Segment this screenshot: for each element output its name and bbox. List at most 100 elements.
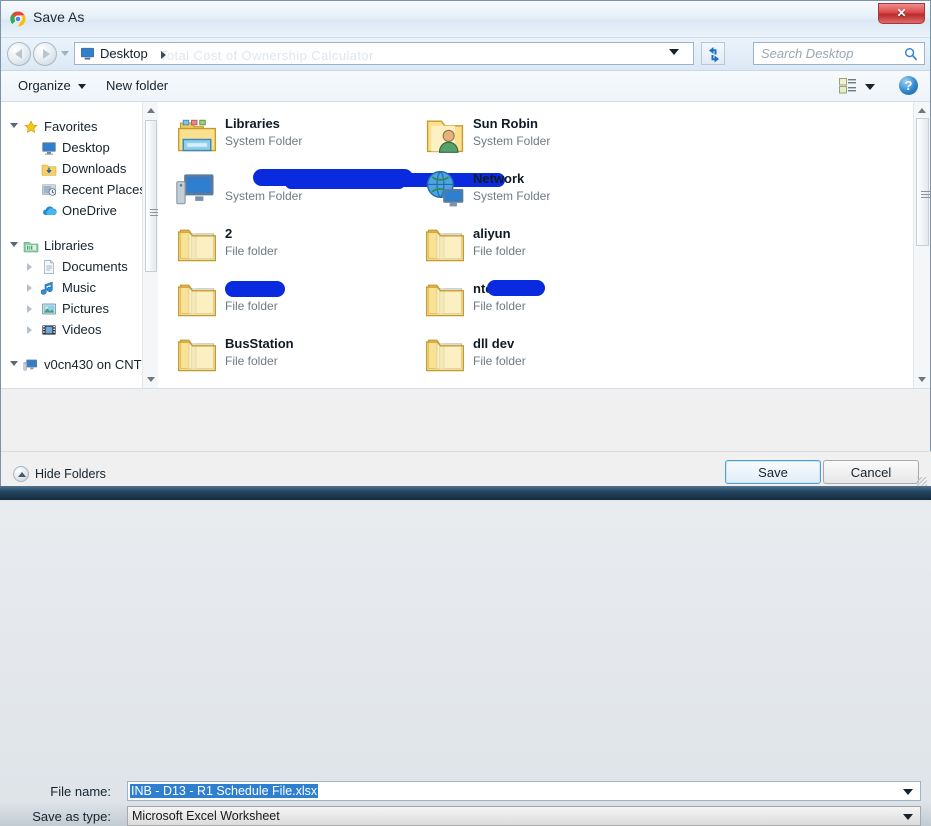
background-watermark-text: Total Cost of Ownership Calculator <box>160 48 374 63</box>
folder-icon <box>425 339 465 372</box>
dialog-body: Favorites Desktop Downloads Recent Place… <box>1 102 930 389</box>
file-item-redacted-2[interactable]: System Folder <box>167 163 505 218</box>
documents-icon <box>44 260 54 274</box>
nav-item-desktop[interactable]: Desktop <box>1 137 158 158</box>
file-name-input[interactable]: INB - D13 - R1 Schedule File.xlsx <box>127 781 921 801</box>
file-item-name: 2 <box>225 226 233 241</box>
file-item-busstation[interactable]: BusStation File folder <box>167 328 407 383</box>
nav-item-documents[interactable]: Documents <box>1 256 158 277</box>
nav-group-v0cn430-on-cntsn[interactable]: v0cn430 on CNTSN <box>1 354 158 375</box>
expander-icon[interactable] <box>10 123 18 128</box>
file-item-aliyun[interactable]: aliyun File folder <box>415 218 655 273</box>
breadcrumb-chevron-icon[interactable] <box>161 51 166 59</box>
view-caret-icon[interactable] <box>865 84 875 90</box>
address-bar: WO Total Cost of Ownership Calculator De… <box>1 38 930 71</box>
nav-item-videos[interactable]: Videos <box>1 319 158 340</box>
expander-icon[interactable] <box>10 242 18 247</box>
file-list-scrollbar[interactable] <box>913 102 930 388</box>
file-item-subtitle: File folder <box>473 354 526 368</box>
change-view-icon[interactable] <box>839 78 857 94</box>
organize-button[interactable]: Organize <box>18 78 71 93</box>
file-item-subtitle: File folder <box>473 244 526 258</box>
folder-icon <box>175 332 219 376</box>
file-item-libraries[interactable]: Libraries System Folder <box>167 108 407 163</box>
network-globe-icon <box>426 170 464 207</box>
desktop-background-strip <box>0 486 931 500</box>
window-title: Save As <box>33 9 85 25</box>
expander-icon[interactable] <box>27 326 32 334</box>
file-item-name: Network <box>473 171 525 186</box>
scroll-up-arrow-icon[interactable] <box>918 108 926 113</box>
hide-folders-toggle-icon[interactable] <box>13 466 29 482</box>
refresh-icon <box>709 47 719 63</box>
file-item-ntegration[interactable]: ntegration File folder <box>415 273 655 328</box>
breadcrumb-bar[interactable]: WO Total Cost of Ownership Calculator De… <box>74 42 694 65</box>
expander-icon[interactable] <box>27 284 32 292</box>
back-button[interactable] <box>7 42 31 66</box>
nav-pane-scrollbar[interactable] <box>142 102 158 388</box>
downloads-folder-icon <box>41 161 57 177</box>
scroll-up-arrow-icon[interactable] <box>147 108 155 113</box>
nav-item-label: OneDrive <box>62 203 117 218</box>
recent-locations-caret-icon[interactable] <box>61 51 69 56</box>
file-item-name: dll dev <box>473 336 515 351</box>
search-input[interactable]: Search Desktop <box>753 42 925 65</box>
breadcrumb-current-folder[interactable]: Desktop <box>100 46 148 61</box>
hide-folders-button[interactable]: Hide Folders <box>35 467 106 481</box>
desktop-monitor-icon <box>80 47 95 60</box>
nav-item-pictures[interactable]: Pictures <box>1 298 158 319</box>
downloads-folder-icon <box>41 164 57 176</box>
save-button[interactable]: Save <box>725 460 821 484</box>
music-note-icon <box>40 281 53 295</box>
pictures-icon <box>41 301 57 317</box>
recent-places-icon <box>41 182 57 198</box>
scroll-down-arrow-icon[interactable] <box>918 377 926 382</box>
nav-item-music[interactable]: Music <box>1 277 158 298</box>
redaction-mark <box>285 177 405 189</box>
desktop-monitor-icon <box>42 142 56 155</box>
scroll-down-arrow-icon[interactable] <box>147 377 155 382</box>
file-item-network[interactable]: Network System Folder <box>415 163 655 218</box>
libraries-icon <box>23 242 39 253</box>
expander-icon[interactable] <box>27 263 32 271</box>
search-placeholder: Search Desktop <box>761 46 854 61</box>
cancel-button[interactable]: Cancel <box>823 460 919 484</box>
redaction-mark <box>487 280 545 296</box>
nav-scrollbar-thumb[interactable] <box>145 120 158 272</box>
save-as-type-select[interactable]: Microsoft Excel Worksheet <box>127 806 921 826</box>
navigation-pane: Favorites Desktop Downloads Recent Place… <box>1 102 158 388</box>
redaction-mark <box>225 281 285 297</box>
save-as-type-dropdown-caret-icon[interactable] <box>903 814 913 820</box>
nav-item-label: Pictures <box>62 301 109 316</box>
nav-item-onedrive[interactable]: OneDrive <box>1 200 158 221</box>
expander-icon[interactable] <box>27 305 32 313</box>
file-list-scrollbar-thumb[interactable] <box>916 118 930 246</box>
nav-group-favorites[interactable]: Favorites <box>1 116 158 137</box>
file-item-redacted-6[interactable]: File folder <box>167 273 407 328</box>
help-button[interactable]: ? <box>899 76 918 95</box>
recent-places-icon <box>42 184 56 196</box>
organize-caret-icon[interactable] <box>78 84 86 89</box>
title-bar: Save As ✕ <box>1 1 930 38</box>
onedrive-cloud-icon <box>41 203 57 219</box>
folder-icon <box>175 277 219 321</box>
forward-button[interactable] <box>33 42 57 66</box>
new-folder-button[interactable]: New folder <box>106 78 168 93</box>
command-toolbar: Organize New folder ? <box>1 71 930 102</box>
file-item-dll-dev[interactable]: dll dev File folder <box>415 328 655 383</box>
refresh-button[interactable] <box>701 42 725 65</box>
nav-item-downloads[interactable]: Downloads <box>1 158 158 179</box>
file-item-2[interactable]: 2 File folder <box>167 218 407 273</box>
nav-item-recent-places[interactable]: Recent Places <box>1 179 158 200</box>
videos-icon <box>42 325 56 335</box>
nav-group-libraries[interactable]: Libraries <box>1 235 158 256</box>
user-folder-icon <box>426 120 464 153</box>
nav-group-label: Favorites <box>44 119 98 134</box>
scrollbar-grip-icon <box>150 209 158 216</box>
address-dropdown-caret-icon[interactable] <box>669 49 679 55</box>
expander-icon[interactable] <box>10 361 18 366</box>
file-name-dropdown-caret-icon[interactable] <box>903 789 913 795</box>
file-item-sun-robin[interactable]: Sun Robin System Folder <box>415 108 655 163</box>
libraries-icon <box>23 238 39 254</box>
close-button[interactable]: ✕ <box>878 3 925 24</box>
